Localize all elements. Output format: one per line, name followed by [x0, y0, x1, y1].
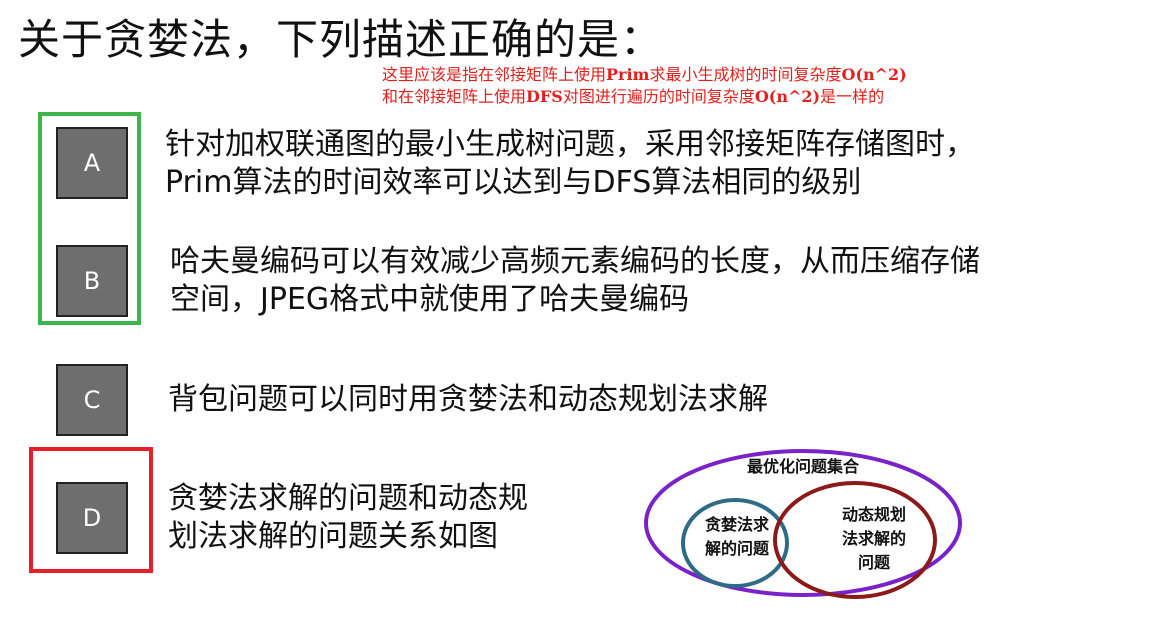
annotation-note: 这里应该是指在邻接矩阵上使用Prim求最小生成树的时间复杂度O(n^2) 和在邻… [382, 64, 907, 108]
option-a-line-2: Prim算法的时间效率可以达到与DFS算法相同的级别 [165, 165, 862, 200]
option-a-button[interactable]: A [56, 127, 128, 199]
venn-left-label-2: 解的问题 [705, 539, 770, 558]
question-title: 关于贪婪法，下列描述正确的是： [18, 15, 664, 64]
option-a-line-1: 针对加权联通图的最小生成树问题，采用邻接矩阵存储图时， [165, 127, 975, 162]
option-d-button[interactable]: D [56, 482, 128, 554]
option-b-button[interactable]: B [56, 245, 128, 317]
venn-right-label-1: 动态规划 [842, 505, 906, 524]
venn-outer-label: 最优化问题集合 [747, 457, 860, 476]
option-d-line-2: 划法求解的问题关系如图 [168, 519, 498, 554]
venn-right-label-2: 法求解的 [842, 529, 906, 548]
option-c-button[interactable]: C [56, 364, 128, 436]
option-b-text: 哈夫曼编码可以有效减少高频元素编码的长度，从而压缩存储 空间，JPEG格式中就使… [170, 243, 980, 319]
option-b-line-2: 空间，JPEG格式中就使用了哈夫曼编码 [170, 282, 690, 317]
option-b-line-1: 哈夫曼编码可以有效减少高频元素编码的长度，从而压缩存储 [170, 244, 980, 279]
venn-diagram: 最优化问题集合 贪婪法求 解的问题 动态规划 法求解的 问题 [644, 449, 962, 599]
venn-left-label-1: 贪婪法求 [704, 515, 770, 534]
option-c-text: 背包问题可以同时用贪婪法和动态规划法求解 [168, 381, 768, 419]
option-d-text: 贪婪法求解的问题和动态规 划法求解的问题关系如图 [168, 480, 528, 556]
option-a-text: 针对加权联通图的最小生成树问题，采用邻接矩阵存储图时， Prim算法的时间效率可… [165, 126, 975, 202]
option-d-line-1: 贪婪法求解的问题和动态规 [168, 481, 528, 516]
option-c-line-1: 背包问题可以同时用贪婪法和动态规划法求解 [168, 382, 768, 417]
annotation-line-1: 这里应该是指在邻接矩阵上使用Prim求最小生成树的时间复杂度O(n^2) [382, 65, 907, 84]
annotation-line-2: 和在邻接矩阵上使用DFS对图进行遍历的时间复杂度O(n^2)是一样的 [382, 87, 885, 106]
venn-right-label-3: 问题 [858, 553, 891, 572]
